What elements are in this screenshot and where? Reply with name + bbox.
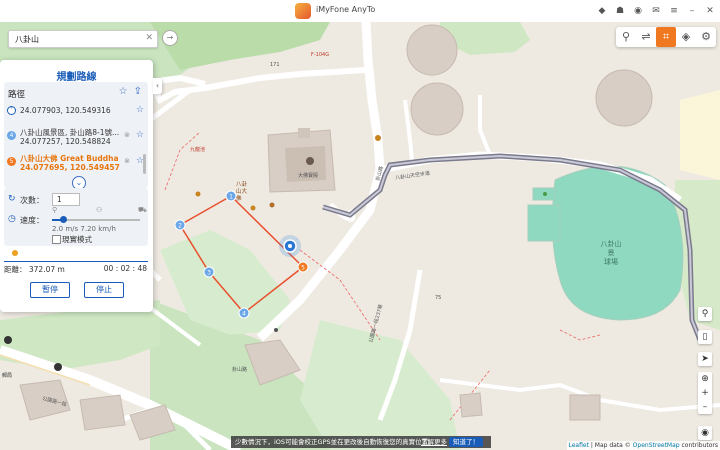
phone-icon[interactable]: ▯ xyxy=(698,330,712,344)
jump-icon[interactable]: ⌗ xyxy=(656,27,676,47)
map-label-171: 171 xyxy=(270,62,280,68)
locate-icon[interactable]: ⊕ xyxy=(698,372,712,386)
route-list: 路徑 ☆ ⇪ ˅ 24.077903, 120.549316 ☆ 4 八卦山風景… xyxy=(4,82,148,188)
route-point-4[interactable]: 4 xyxy=(238,307,250,319)
multi-stop-icon[interactable]: ⇌ xyxy=(636,27,656,47)
speed-label: 速度： xyxy=(20,216,44,225)
route-label: 路徑 xyxy=(8,90,26,100)
remove-icon[interactable]: ⊗ xyxy=(124,157,130,165)
map-label-bottom-road: 卦山路 xyxy=(232,367,248,373)
map-label-f104: F-104G xyxy=(311,52,330,58)
distance-marker-icon xyxy=(12,250,18,256)
svg-text:3: 3 xyxy=(207,270,211,277)
export-icon[interactable]: ⇪ xyxy=(134,87,142,97)
got-it-button[interactable]: 知道了！ xyxy=(449,437,483,447)
time-label: 00 : 02 : 48 xyxy=(103,264,147,273)
joystick-icon[interactable]: ◈ xyxy=(676,27,696,47)
chevron-left-icon[interactable]: ‹ xyxy=(153,78,162,94)
app-logo-icon xyxy=(295,3,311,19)
app-title: iMyFone AnyTo xyxy=(316,5,376,14)
titlebar-icons: ◆ ☗ ◉ ✉ ≡ – ✕ xyxy=(596,4,716,18)
zoom-out-button[interactable]: – xyxy=(698,400,712,414)
gift-icon[interactable]: ☗ xyxy=(614,5,626,17)
count-input[interactable]: 1 xyxy=(52,193,80,206)
star-icon[interactable]: ☆ xyxy=(136,130,144,140)
learn-more-link[interactable]: 了解更多 xyxy=(421,436,447,448)
svg-text:2: 2 xyxy=(178,223,182,230)
stop-button[interactable]: 停止 xyxy=(84,282,124,298)
speed-slider-knob[interactable] xyxy=(60,216,68,223)
notice-bar: 少數情況下，iOS可能會校正GPS並在更改後自動恢復您的真實位置。 了解更多 知… xyxy=(231,436,491,448)
toggle-icon[interactable]: ◉ xyxy=(698,426,712,440)
repeat-icon: ↻ xyxy=(8,194,16,204)
distance-label: 距離： 372.07 m xyxy=(4,265,65,274)
map-label-station: 郵局 xyxy=(2,373,13,379)
favorite-route-icon[interactable]: ☆ xyxy=(119,87,128,97)
waypoint-coord: 24.077903, 120.549316 xyxy=(20,106,111,115)
leaflet-link[interactable]: Leaflet xyxy=(569,442,589,449)
pause-button[interactable]: 暫停 xyxy=(30,282,70,298)
list-scrollbar[interactable] xyxy=(143,154,146,174)
route-point-5[interactable]: 5 xyxy=(297,261,309,273)
star-icon[interactable]: ☆ xyxy=(136,105,144,115)
user-icon[interactable]: ◉ xyxy=(632,5,644,17)
walk-icon[interactable]: ⚲ xyxy=(52,206,57,214)
waypoint-coord: 24.077695, 120.549457 xyxy=(20,163,120,172)
route-point-2[interactable]: 2 xyxy=(174,219,186,231)
close-icon[interactable]: ✕ xyxy=(145,33,153,43)
menu-icon[interactable]: ≡ xyxy=(668,5,680,17)
map-label-buddha: 八卦山大佛 xyxy=(236,182,248,202)
close-icon[interactable]: ✕ xyxy=(704,5,716,17)
attribution-suffix: contributors xyxy=(679,442,719,449)
search-box[interactable]: 八卦山 ✕ xyxy=(8,30,158,48)
waypoint-number-icon: 4 xyxy=(7,131,16,140)
map-label-stadium: 八卦山景 球場 xyxy=(600,240,622,266)
svg-text:4: 4 xyxy=(242,311,246,318)
zoom-controls: ⊕ + – xyxy=(698,372,712,414)
map-attribution: Leaflet | Map data © OpenStreetMap contr… xyxy=(566,441,720,450)
svg-text:1: 1 xyxy=(229,194,233,201)
search-input[interactable]: 八卦山 xyxy=(15,34,39,45)
discord-icon[interactable]: ◆ xyxy=(596,5,608,17)
realistic-mode-checkbox[interactable] xyxy=(52,235,61,244)
bike-icon[interactable]: ⚇ xyxy=(96,206,102,214)
speed-icon: ◷ xyxy=(8,214,16,224)
count-label: 次數： xyxy=(20,196,44,205)
start-pin-icon: ˅ xyxy=(7,106,16,115)
minimize-icon[interactable]: – xyxy=(686,5,698,17)
mode-toolbar: ⚲ ⇌ ⌗ ◈ ⚙ xyxy=(616,27,716,47)
waypoint-number-icon: 5 xyxy=(7,157,16,166)
map-label-75: 75 xyxy=(435,295,442,301)
speed-value: 2.0 m/s 7.20 km/h xyxy=(52,225,116,233)
mail-icon[interactable]: ✉ xyxy=(650,5,662,17)
waypoint-coord: 24.077257, 120.548824 xyxy=(20,137,111,146)
title-bar: iMyFone AnyTo ◆ ☗ ◉ ✉ ≡ – ✕ xyxy=(0,0,720,23)
navigate-icon[interactable]: ➤ xyxy=(698,352,712,366)
route-actions: ☆ ⇪ xyxy=(119,87,142,97)
svg-text:5: 5 xyxy=(301,265,305,272)
arrow-right-icon[interactable]: → xyxy=(162,30,178,46)
location-pin-icon[interactable]: ⚲ xyxy=(698,307,712,321)
speed-settings: ↻ 次數： 1 ◷ 速度： ⚲ ⚇ ⛟ 2.0 m/s 7.20 km/h 現實… xyxy=(4,188,148,246)
realistic-mode-label: 現實模式 xyxy=(62,235,92,244)
car-icon[interactable]: ⛟ xyxy=(138,206,147,215)
panel-title: 規劃路線 xyxy=(56,72,97,83)
attribution-text: | Map data © xyxy=(588,442,633,449)
remove-icon[interactable]: ⊗ xyxy=(124,131,130,139)
map-label-temple: 大佛寶殿 xyxy=(298,173,319,179)
settings-icon[interactable]: ⚙ xyxy=(696,27,716,47)
progress-line xyxy=(4,261,148,262)
teleport-icon[interactable]: ⚲ xyxy=(616,27,636,47)
current-location-marker xyxy=(279,235,301,257)
speed-slider[interactable] xyxy=(52,216,140,223)
route-point-1[interactable]: 1 xyxy=(225,190,237,202)
map-label-pavilion: 九龍池 xyxy=(190,147,206,153)
route-panel: 規劃路線 路徑 ☆ ⇪ ˅ 24.077903, 120.549316 ☆ 4 … xyxy=(0,60,153,312)
osm-link[interactable]: OpenStreetMap xyxy=(633,442,680,449)
zoom-in-button[interactable]: + xyxy=(698,386,712,400)
route-point-3[interactable]: 3 xyxy=(203,266,215,278)
notice-text: 少數情況下，iOS可能會校正GPS並在更改後自動恢復您的真實位置。 xyxy=(235,438,435,446)
